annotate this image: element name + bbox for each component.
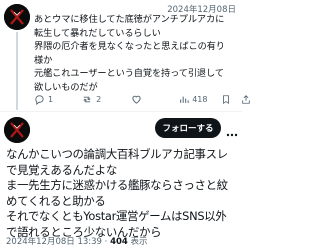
avatar-x-icon (4, 4, 30, 30)
bookmark-icon (221, 94, 231, 105)
bookmark-button[interactable] (221, 94, 231, 105)
divider (0, 111, 242, 112)
views-button[interactable]: 418 (179, 94, 207, 105)
views-total: 404 (110, 237, 128, 247)
reply-actions: 1 2 418 (34, 92, 251, 106)
more-icon[interactable] (226, 122, 238, 141)
views-count: 418 (192, 94, 208, 104)
share-button[interactable] (241, 94, 251, 105)
avatar[interactable] (4, 4, 30, 30)
like-button[interactable] (131, 94, 145, 105)
avatar[interactable] (4, 117, 30, 143)
retweet-button[interactable]: 2 (81, 94, 101, 105)
thread-line (16, 32, 18, 110)
avatar-x-icon (4, 117, 30, 143)
like-icon (131, 94, 142, 105)
tweet-meta: 2024年12月08日 13:39 · 404 表示 (6, 235, 148, 247)
reply-count: 1 (48, 94, 54, 104)
timestamp[interactable]: 2024年12月08日 13:39 · (6, 237, 107, 247)
reply-button[interactable]: 1 (34, 94, 53, 105)
views-label: 表示 (130, 237, 148, 247)
retweet-icon (81, 94, 93, 105)
follow-button[interactable]: フォローする (155, 118, 221, 138)
reply-text: あとウマに移住してた底徳がアンチプルアカに 転生して暴れだしているらしい 界隈の… (34, 14, 225, 93)
retweet-count: 2 (96, 94, 102, 104)
reply-icon (34, 94, 45, 105)
share-icon (241, 94, 251, 105)
views-icon (179, 94, 189, 105)
main-tweet-text: なんかこいつの論調大百科ブルアカ記事スレ で見覚えあるんだよな ま一先生方に迷惑… (6, 147, 228, 239)
